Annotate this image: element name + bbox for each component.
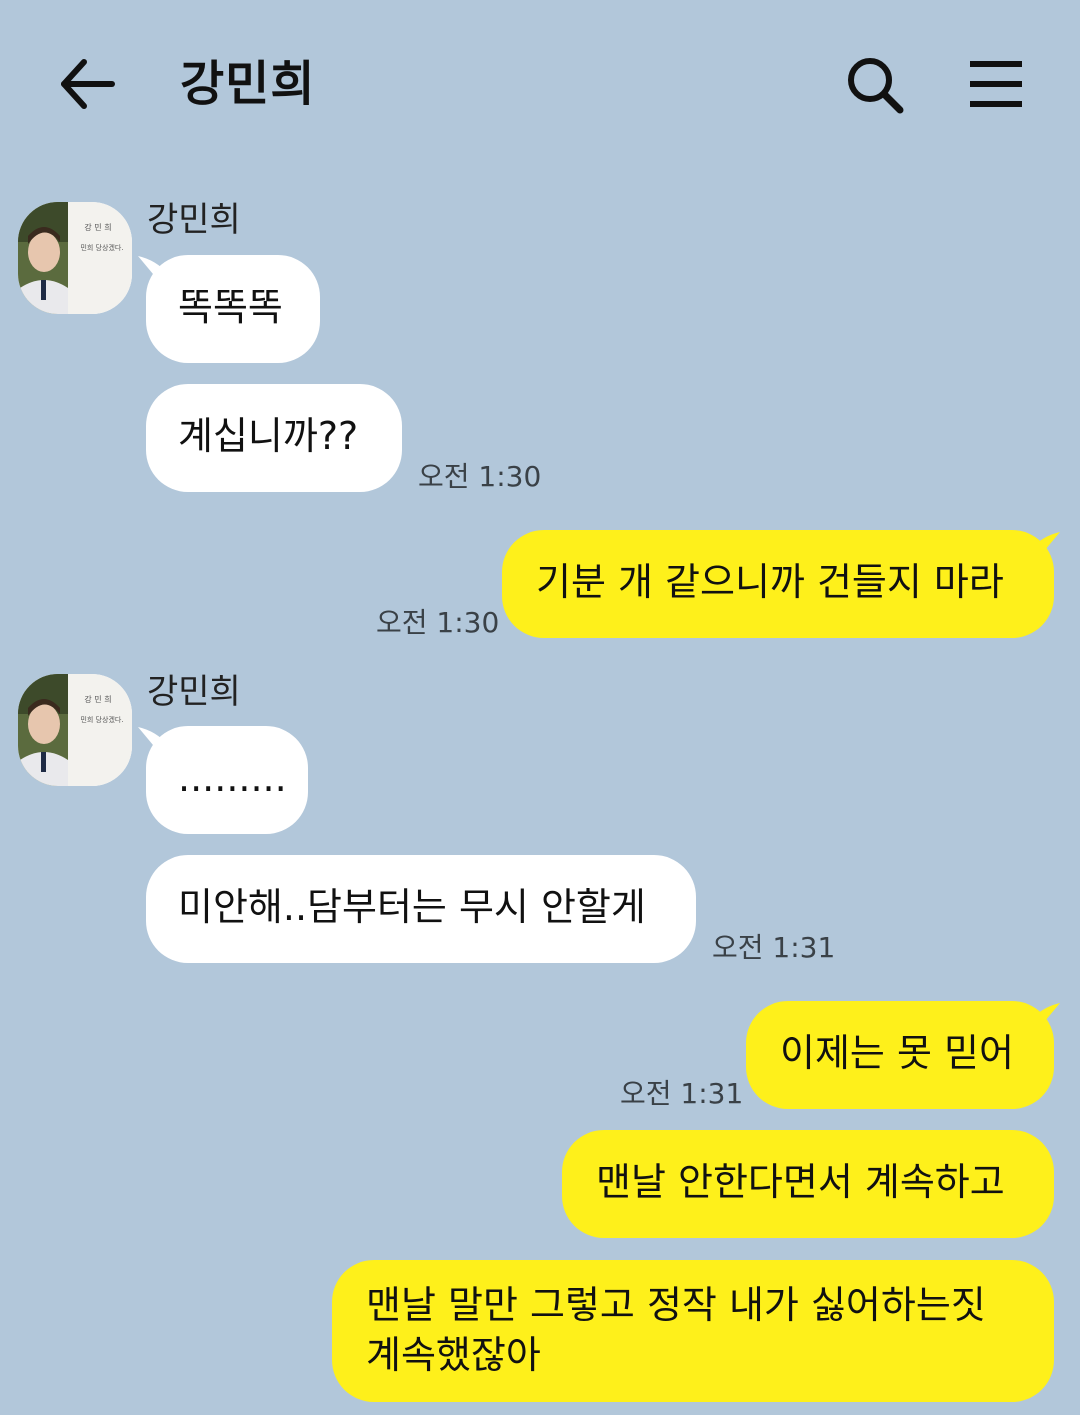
profile-photo-avatar: 강 민 희 민희 당상겠다. (18, 202, 132, 314)
svg-text:민희 당상겠다.: 민희 당상겠다. (80, 715, 123, 724)
chat-title: 강민희 (180, 56, 316, 112)
svg-text:강 민 희: 강 민 희 (84, 222, 111, 232)
message-text: 미안해..담부터는 무시 안할게 (178, 885, 646, 929)
bubble-tail (1030, 532, 1060, 556)
svg-text:민희 당상겠다.: 민희 당상겠다. (80, 243, 123, 252)
avatar[interactable]: 강 민 희 민희 당상겠다. (18, 674, 132, 786)
message-bubble-outgoing[interactable]: 이제는 못 믿어 (746, 1001, 1054, 1109)
search-button[interactable] (840, 50, 912, 122)
avatar[interactable]: 강 민 희 민희 당상겠다. (18, 202, 132, 314)
message-text: 맨날 안한다면서 계속하고 (596, 1160, 1005, 1204)
back-button[interactable] (52, 50, 124, 118)
message-text: 똑똑똑 (178, 285, 283, 329)
message-bubble-incoming[interactable]: 계십니까?? (146, 384, 402, 492)
message-text: 기분 개 같으니까 건들지 마라 (536, 560, 1004, 604)
message-timestamp: 오전 1:31 (620, 1077, 744, 1110)
arrow-left-icon (61, 59, 115, 109)
message-timestamp: 오전 1:30 (376, 606, 500, 639)
message-bubble-outgoing[interactable]: 기분 개 같으니까 건들지 마라 (502, 530, 1054, 638)
hamburger-menu-icon (970, 61, 1022, 107)
profile-photo-avatar: 강 민 희 민희 당상겠다. (18, 674, 132, 786)
message-timestamp: 오전 1:31 (712, 931, 836, 964)
message-bubble-outgoing[interactable]: 맨날 말만 그렇고 정작 내가 싫어하는짓 계속했잖아 (332, 1260, 1054, 1402)
message-text: ......... (178, 756, 287, 800)
svg-text:강 민 희: 강 민 희 (84, 694, 111, 704)
sender-name: 강민희 (147, 672, 241, 712)
bubble-tail (1030, 1003, 1060, 1027)
message-bubble-outgoing[interactable]: 맨날 안한다면서 계속하고 (562, 1130, 1054, 1238)
message-bubble-incoming[interactable]: 미안해..담부터는 무시 안할게 (146, 855, 696, 963)
sender-name: 강민희 (147, 200, 241, 240)
message-bubble-incoming[interactable]: ......... (146, 726, 308, 834)
message-text: 맨날 말만 그렇고 정작 내가 싫어하는짓 계속했잖아 (366, 1283, 986, 1377)
message-text: 이제는 못 믿어 (780, 1031, 1014, 1075)
search-icon (848, 58, 904, 114)
message-timestamp: 오전 1:30 (418, 460, 542, 493)
message-bubble-incoming[interactable]: 똑똑똑 (146, 255, 320, 363)
message-text: 계십니까?? (178, 414, 359, 458)
menu-button[interactable] (962, 50, 1034, 122)
